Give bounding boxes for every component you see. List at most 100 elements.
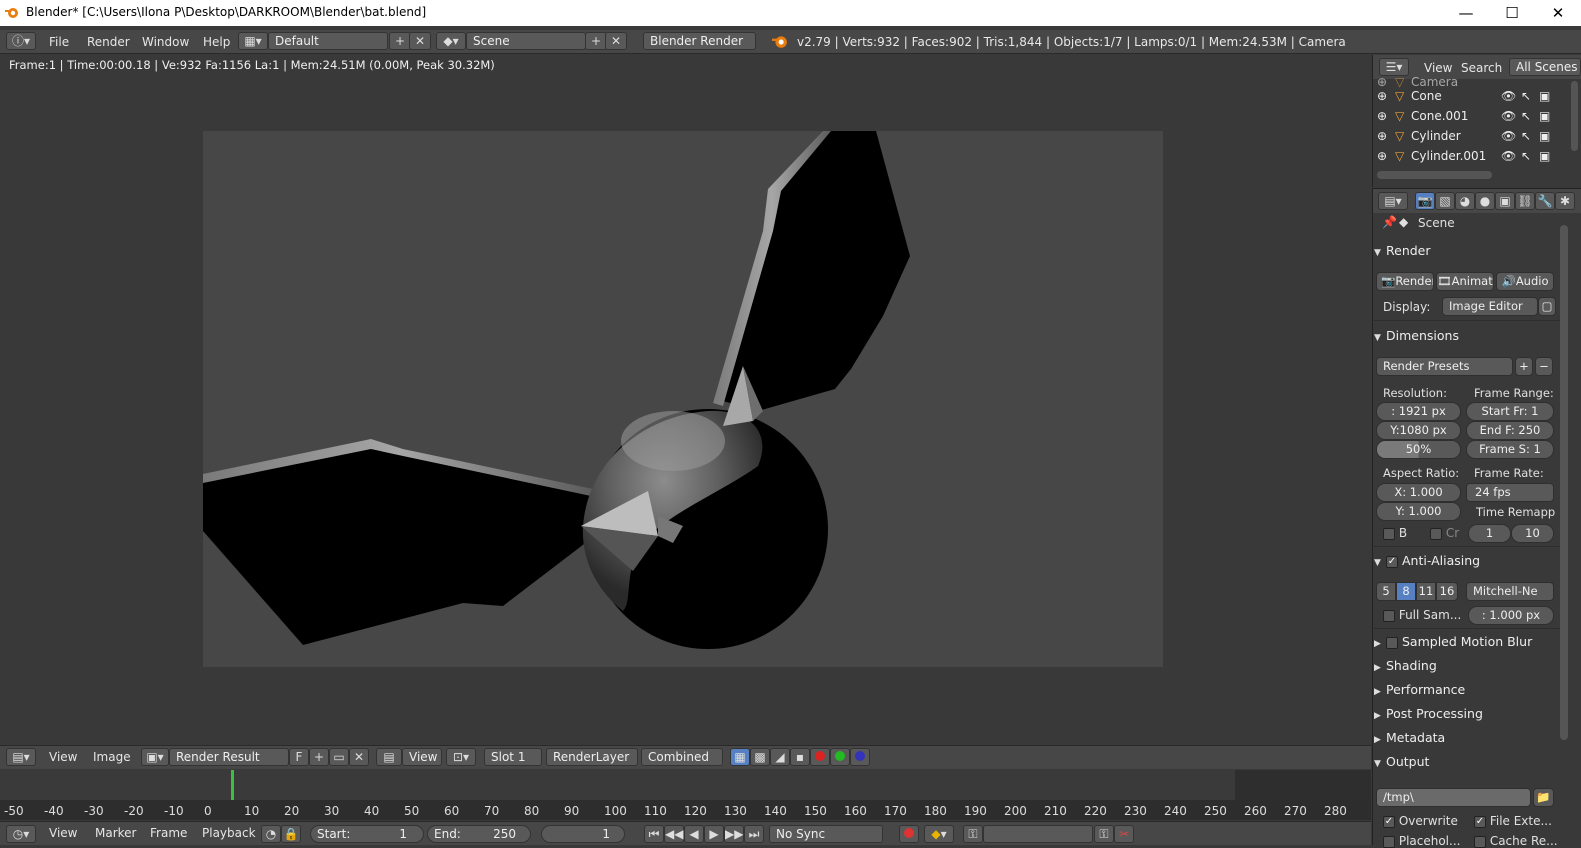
panel-performance[interactable]: ▶ Performance [1374,682,1560,704]
layout-field[interactable]: Default [268,32,388,50]
keying-set-field[interactable] [983,825,1093,843]
expand-icon[interactable]: ⊕ [1377,89,1387,103]
fake-user-button[interactable]: F [289,748,309,766]
render-animation-button[interactable]: 🎞Animati [1436,272,1494,291]
select-icon[interactable]: ↖ [1521,149,1531,163]
preview-range-icon[interactable]: ◔ [261,825,281,843]
info-editor-type-icon[interactable]: ⓘ▾ [6,32,36,50]
menu-file[interactable]: File [49,35,69,49]
menu-view[interactable]: View [49,750,77,764]
view-mode-icon[interactable]: ▤ [376,748,402,766]
prev-keyframe-icon[interactable]: ◀◀ [664,825,684,843]
lock-range-icon[interactable]: 🔒 [281,825,301,843]
resolution-percent-slider[interactable]: 50% [1376,440,1461,459]
menu-image[interactable]: Image [93,750,131,764]
menu-view[interactable]: View [49,826,77,840]
aa-samples-5[interactable]: 5 [1376,582,1396,601]
editor-type-icon[interactable]: ▤▾ [6,748,36,766]
jump-start-icon[interactable]: ⏮ [644,825,664,843]
render-layers-tab-icon[interactable]: ▧ [1435,192,1455,210]
close-button[interactable]: ✕ [1535,0,1581,26]
expand-icon[interactable]: ⊕ [1377,109,1387,123]
visibility-icon[interactable]: 👁 [1501,149,1516,163]
panel-dimensions[interactable]: ▼ Dimensions [1374,328,1560,350]
select-icon[interactable]: ↖ [1521,129,1531,143]
maximize-button[interactable]: ☐ [1489,0,1535,26]
expand-icon[interactable]: ⊕ [1377,75,1387,89]
object-tab-icon[interactable]: ▣ [1495,192,1515,210]
time-remap-new-field[interactable]: 10 [1511,524,1554,543]
current-frame-indicator[interactable] [231,770,234,800]
crop-checkbox[interactable]: Cr [1430,526,1459,540]
panel-metadata[interactable]: ▶ Metadata [1374,730,1560,752]
output-path-field[interactable]: /tmp\ [1376,788,1531,807]
panel-render[interactable]: ▼ Render [1374,243,1560,265]
add-layout-icon[interactable]: + [389,32,411,50]
add-scene-icon[interactable]: + [585,32,607,50]
render-pass-select[interactable]: Combined [641,748,723,766]
pin-icon[interactable]: 📌 [1382,215,1397,229]
menu-search[interactable]: Search [1461,61,1502,75]
aspect-x-field[interactable]: X: 1.000 [1376,483,1461,502]
unlink-image-icon[interactable]: ✕ [349,748,369,766]
properties-type-icon[interactable]: ▤▾ [1378,192,1408,210]
panel-anti-aliasing[interactable]: ▼ ✓ Anti-Aliasing [1374,553,1560,575]
blue-channel-icon[interactable] [850,748,870,766]
full-sample-checkbox[interactable]: Full Sam... [1383,608,1461,622]
delete-keyframe-icon[interactable]: ✂ [1114,825,1134,843]
draw-channel-icon[interactable]: ▪ [790,748,810,766]
timeline-area[interactable]: -50 -40 -30 -20 -10 0 10 20 30 40 50 60 70 80 90 100 110… [0,770,1371,820]
visibility-icon[interactable]: 👁 [1501,89,1516,103]
menu-help[interactable]: Help [203,35,230,49]
time-remap-old-field[interactable]: 1 [1468,524,1511,543]
aa-filter-select[interactable]: Mitchell-Ne [1466,582,1554,601]
menu-view[interactable]: View [1424,61,1452,75]
next-keyframe-icon[interactable]: ▶▶ [724,825,744,843]
insert-keyframe-icon[interactable]: ⚿ [1094,825,1114,843]
keying-set-icon[interactable]: ◆▾ [924,825,954,843]
keying-icon[interactable]: ⚿ [963,825,983,843]
outliner-v-scrollbar[interactable] [1571,81,1578,151]
placeholders-checkbox[interactable]: Placehol... [1383,834,1460,848]
play-icon[interactable]: ▶ [704,825,724,843]
cache-result-checkbox[interactable]: Cache Re... [1474,834,1558,848]
resolution-x-field[interactable]: : 1921 px [1376,402,1461,421]
visibility-icon[interactable]: 👁 [1501,109,1516,123]
frame-rate-select[interactable]: 24 fps [1466,483,1554,502]
menu-window[interactable]: Window [142,35,189,49]
modifiers-tab-icon[interactable]: 🔧 [1535,192,1555,210]
red-channel-icon[interactable] [810,748,830,766]
expand-icon[interactable]: ⊕ [1377,129,1387,143]
panel-shading[interactable]: ▶ Shading [1374,658,1560,680]
render-engine-select[interactable]: Blender Render [643,32,756,50]
outliner-h-scrollbar[interactable] [1377,171,1492,179]
current-frame-field[interactable]: 1 [541,825,625,843]
start-frame-field[interactable]: Start Fr: 1 [1466,402,1554,421]
play-reverse-icon[interactable]: ◀ [684,825,704,843]
outliner[interactable]: ☰▾ View Search All Scenes ⊕ ▽ Camera ⊕ ▽ Con… [1372,55,1581,187]
visibility-icon[interactable]: 👁 [1501,129,1516,143]
expand-icon[interactable]: ⊕ [1377,149,1387,163]
add-preset-icon[interactable]: + [1515,357,1533,376]
panel-post-processing[interactable]: ▶ Post Processing [1374,706,1560,728]
slot-select[interactable]: Slot 1 [484,748,542,766]
select-icon[interactable]: ↖ [1521,89,1531,103]
constraints-tab-icon[interactable]: ⛓ [1515,192,1535,210]
draw-zbuffer-icon[interactable]: ◢ [770,748,790,766]
remove-scene-icon[interactable]: ✕ [605,32,627,50]
file-extensions-checkbox[interactable]: ✓ File Exte... [1474,814,1552,828]
new-image-icon[interactable]: + [309,748,329,766]
render-audio-button[interactable]: 🔊Audio [1496,272,1554,291]
view-mode-select[interactable]: View [402,748,442,766]
browse-folder-icon[interactable]: 📁 [1533,788,1554,807]
end-frame-field[interactable]: End F: 250 [1466,421,1554,440]
outliner-item-cone-001[interactable]: ⊕ ▽ Cone.001 👁 ↖ ▣ [1373,109,1568,129]
aa-samples-11[interactable]: 11 [1416,582,1436,601]
overwrite-checkbox[interactable]: ✓ Overwrite [1383,814,1458,828]
image-name-field[interactable]: Render Result [169,748,289,766]
outliner-item-cylinder[interactable]: ⊕ ▽ Cylinder 👁 ↖ ▣ [1373,129,1568,149]
pivot-icon[interactable]: ⊡▾ [446,748,476,766]
sync-mode-select[interactable]: No Sync [769,825,883,843]
open-image-icon[interactable]: ▭ [329,748,349,766]
select-icon[interactable]: ↖ [1521,109,1531,123]
